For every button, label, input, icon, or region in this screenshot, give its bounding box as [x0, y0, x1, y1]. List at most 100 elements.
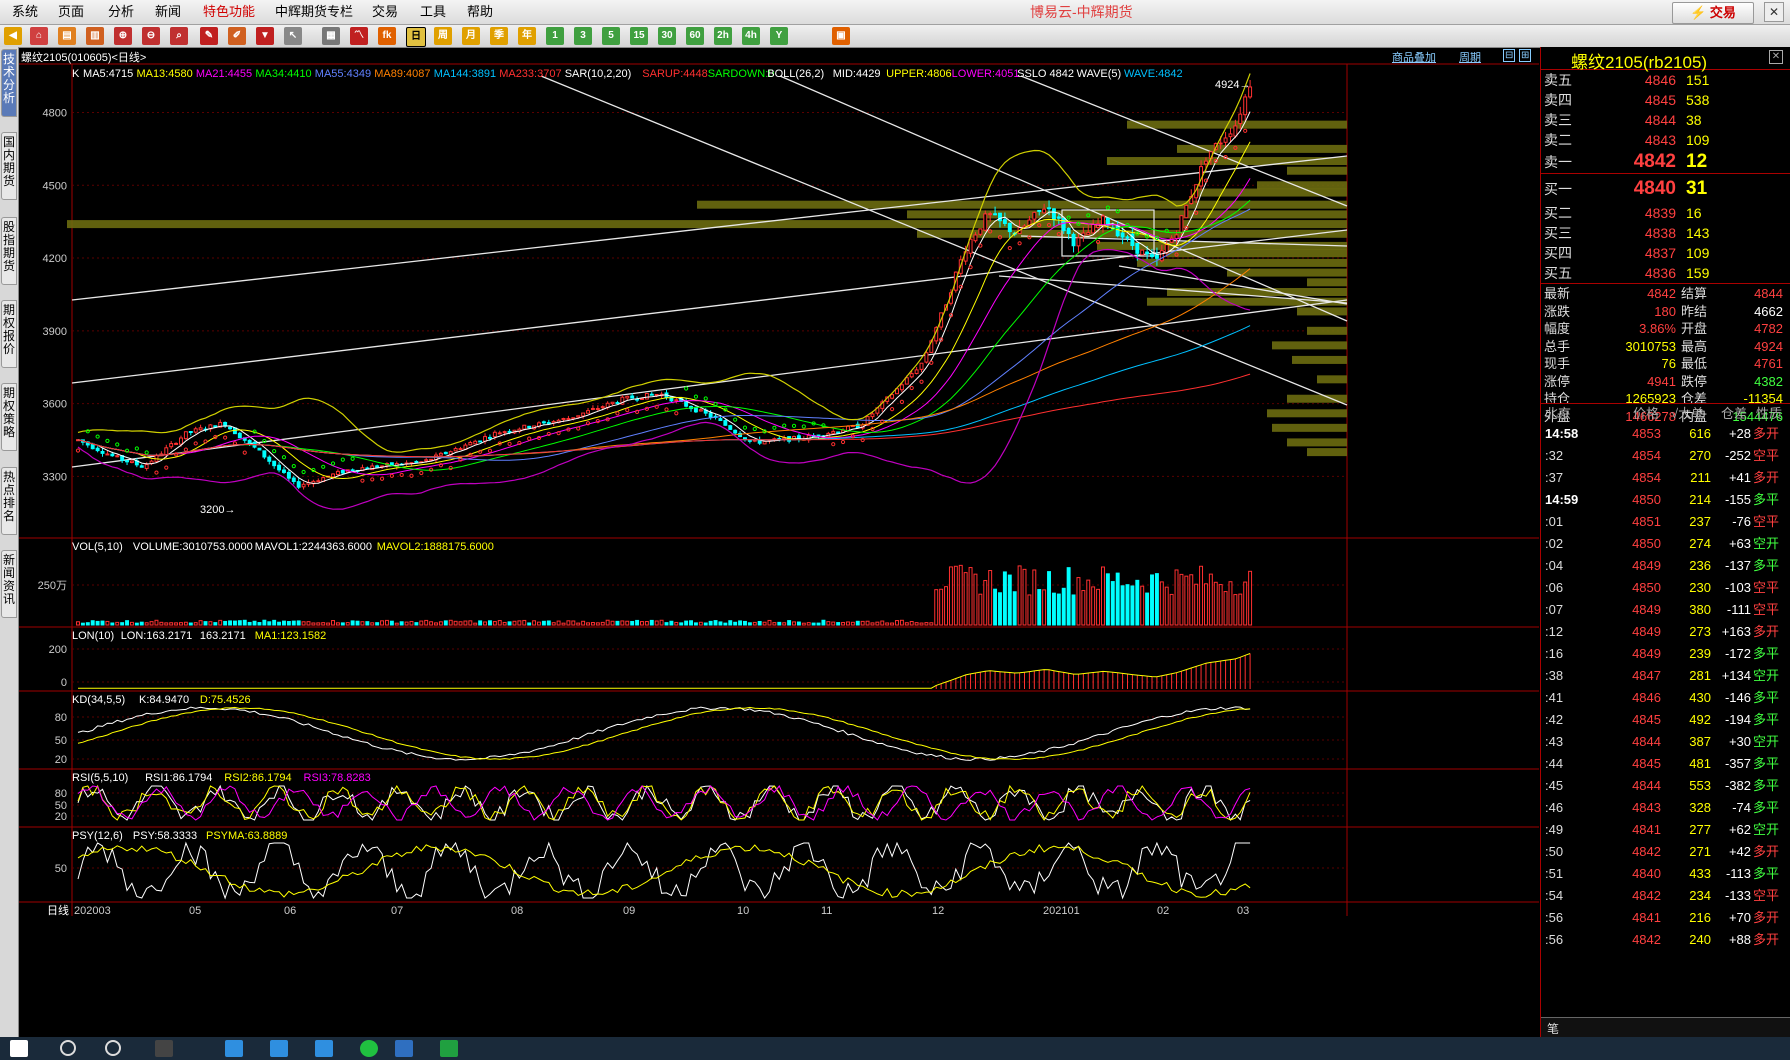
tab-ticks[interactable]: 笔: [1547, 1020, 1559, 1037]
calc-icon[interactable]: ▣: [832, 27, 850, 45]
task-view-icon[interactable]: [155, 1040, 173, 1057]
tick-row[interactable]: :37 4854 211 +41 多开: [1541, 467, 1790, 489]
filter-icon[interactable]: ▼: [256, 27, 274, 45]
indicator-label: MAVOL2:1888175.6000: [377, 541, 494, 553]
tick-row[interactable]: :01 4851 237 -76 空平: [1541, 511, 1790, 533]
search-icon[interactable]: ⌕: [170, 27, 188, 45]
app-icon[interactable]: [225, 1040, 243, 1057]
zoom-in-icon[interactable]: ⊕: [114, 27, 132, 45]
menu-system[interactable]: 系统: [12, 0, 38, 24]
app-icon[interactable]: [315, 1040, 333, 1057]
close-icon[interactable]: ✕: [1764, 2, 1784, 22]
tab-news[interactable]: 新闻资讯: [1, 550, 17, 618]
period-30min-button[interactable]: 30: [658, 27, 676, 45]
wechat-icon[interactable]: [360, 1040, 378, 1057]
period-week-button[interactable]: 周: [434, 27, 452, 45]
home-icon[interactable]: ⌂: [30, 27, 48, 45]
tick-row[interactable]: 14:58 4853 616 +28 多开: [1541, 423, 1790, 445]
tick-row[interactable]: :56 4841 216 +70 多开: [1541, 907, 1790, 929]
bid-row[interactable]: 买一 4840 31: [1541, 177, 1790, 201]
zoom-out-icon[interactable]: ⊖: [142, 27, 160, 45]
app-icon[interactable]: [395, 1040, 413, 1057]
tick-row[interactable]: :51 4840 433 -113 多平: [1541, 863, 1790, 885]
period-15min-button[interactable]: 15: [630, 27, 648, 45]
bid-row[interactable]: 买三 4838 143: [1541, 223, 1790, 243]
folder-icon[interactable]: ▤: [58, 27, 76, 45]
tick-row[interactable]: :46 4843 328 -74 多平: [1541, 797, 1790, 819]
tick-row[interactable]: :49 4841 277 +62 空开: [1541, 819, 1790, 841]
tick-row[interactable]: :45 4844 553 -382 多平: [1541, 775, 1790, 797]
tab-technical-analysis[interactable]: 技术分析: [1, 49, 17, 117]
period-month-button[interactable]: 月: [462, 27, 480, 45]
tick-row[interactable]: :32 4854 270 -252 空平: [1541, 445, 1790, 467]
back-arrow-icon[interactable]: ◀: [4, 27, 22, 45]
tick-row[interactable]: :02 4850 274 +63 空开: [1541, 533, 1790, 555]
windows-start-icon[interactable]: [10, 1040, 28, 1057]
period-5min-button[interactable]: 5: [602, 27, 620, 45]
period-2h-button[interactable]: 2h: [714, 27, 732, 45]
tick-row[interactable]: :04 4849 236 -137 多平: [1541, 555, 1790, 577]
period-day-button[interactable]: 日: [406, 27, 426, 47]
period-3min-button[interactable]: 3: [574, 27, 592, 45]
bid-row[interactable]: 买二 4839 16: [1541, 203, 1790, 223]
tick-row[interactable]: :06 4850 230 -103 空平: [1541, 577, 1790, 599]
line-icon[interactable]: 〽: [350, 27, 368, 45]
tick-row[interactable]: :56 4842 240 +88 多开: [1541, 929, 1790, 951]
draw-icon[interactable]: ✐: [228, 27, 246, 45]
expand-icon[interactable]: ⊞: [1519, 49, 1532, 62]
menu-analysis[interactable]: 分析: [108, 0, 134, 24]
overlay-commodity-link[interactable]: 商品叠加: [1392, 49, 1436, 65]
excel-icon[interactable]: [440, 1040, 458, 1057]
cycle-link[interactable]: 周期: [1459, 49, 1481, 65]
tick-row[interactable]: :16 4849 239 -172 多平: [1541, 643, 1790, 665]
bid-row[interactable]: 买四 4837 109: [1541, 243, 1790, 263]
tick-row[interactable]: :42 4845 492 -194 多平: [1541, 709, 1790, 731]
period-year-button[interactable]: 年: [518, 27, 536, 45]
trade-button[interactable]: ⚡ 交易: [1672, 2, 1754, 24]
menu-tools[interactable]: 工具: [420, 0, 446, 24]
menu-help[interactable]: 帮助: [467, 0, 493, 24]
menu-news[interactable]: 新闻: [155, 0, 181, 24]
pen-icon[interactable]: ✎: [200, 27, 218, 45]
tab-option-quotes[interactable]: 期权报价: [1, 300, 17, 368]
menu-zhonghui-column[interactable]: 中辉期货专栏: [275, 0, 353, 24]
menu-special-features[interactable]: 特色功能: [203, 0, 255, 24]
menu-trade[interactable]: 交易: [372, 0, 398, 24]
period-1min-button[interactable]: 1: [546, 27, 564, 45]
tick-row[interactable]: :41 4846 430 -146 多平: [1541, 687, 1790, 709]
period-quarter-button[interactable]: 季: [490, 27, 508, 45]
grid-icon[interactable]: ▦: [322, 27, 340, 45]
tick-row[interactable]: :43 4844 387 +30 空开: [1541, 731, 1790, 753]
tab-index-futures[interactable]: 股指期货: [1, 217, 17, 285]
cortana-icon[interactable]: [105, 1040, 121, 1056]
period-y-button[interactable]: Y: [770, 27, 788, 45]
pointer-icon[interactable]: ↖: [284, 27, 302, 45]
tick-list[interactable]: 14:58 4853 616 +28 多开:32 4854 270 -252 空平:37 4854…: [1541, 423, 1790, 951]
tick-row[interactable]: :07 4849 380 -111 空平: [1541, 599, 1790, 621]
tick-row[interactable]: :12 4849 273 +163 多开: [1541, 621, 1790, 643]
tab-option-strategy[interactable]: 期权策略: [1, 383, 17, 451]
tick-row[interactable]: 14:59 4850 214 -155 多平: [1541, 489, 1790, 511]
app-icon[interactable]: [270, 1040, 288, 1057]
ask-row[interactable]: 卖三 4844 38: [1541, 110, 1790, 130]
period-4h-button[interactable]: 4h: [742, 27, 760, 45]
close-icon[interactable]: ✕: [1769, 50, 1783, 64]
search-icon[interactable]: [60, 1040, 76, 1056]
period-60min-button[interactable]: 60: [686, 27, 704, 45]
tab-hot-ranking[interactable]: 热点排名: [1, 467, 17, 535]
tick-row[interactable]: :38 4847 281 +134 空开: [1541, 665, 1790, 687]
ask-row[interactable]: 卖一 4842 12: [1541, 150, 1790, 174]
ask-row[interactable]: 卖四 4845 538: [1541, 90, 1790, 110]
tick-row[interactable]: :50 4842 271 +42 多开: [1541, 841, 1790, 863]
chart-icon[interactable]: ▥: [86, 27, 104, 45]
menu-page[interactable]: 页面: [58, 0, 84, 24]
bid-row[interactable]: 买五 4836 159: [1541, 263, 1790, 283]
ask-row[interactable]: 卖五 4846 151: [1541, 70, 1790, 90]
tick-row[interactable]: :54 4842 234 -133 空平: [1541, 885, 1790, 907]
kline-chart[interactable]: 4800 4500 4200 3900 3600 3300 K MA5:4715 MA13:45…: [19, 48, 1539, 1037]
tab-domestic-futures[interactable]: 国内期货: [1, 132, 17, 200]
fk-icon[interactable]: fk: [378, 27, 396, 45]
tick-row[interactable]: :44 4845 481 -357 多平: [1541, 753, 1790, 775]
ask-row[interactable]: 卖二 4843 109: [1541, 130, 1790, 150]
layout-icon[interactable]: ⊟: [1503, 49, 1516, 62]
